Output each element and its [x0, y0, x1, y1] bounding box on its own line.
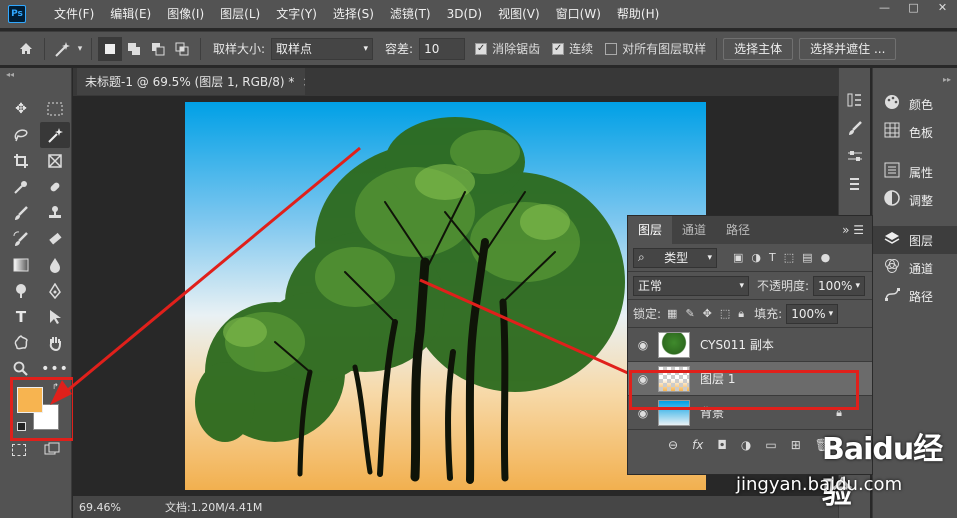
tab-layers[interactable]: 图层	[628, 216, 673, 244]
dock-properties-label: 属性	[909, 165, 934, 180]
dock-color[interactable]: 颜色	[873, 90, 957, 118]
palette-icon	[883, 94, 901, 114]
smart-object-filter-icon[interactable]: ▤	[802, 251, 812, 264]
fill-input[interactable]: 100% ▾	[786, 303, 839, 324]
blend-mode-select[interactable]: 正常 ▾	[633, 275, 749, 296]
blend-row: 正常 ▾ 不透明度: 100% ▾	[628, 272, 872, 300]
glyphs-icon[interactable]	[839, 170, 871, 198]
lock-label: 锁定:	[633, 307, 662, 321]
blend-mode-value: 正常	[638, 279, 663, 293]
sliders-icon[interactable]	[839, 142, 871, 170]
fill-label: 填充:	[754, 307, 783, 321]
lock-position-icon[interactable]: ✥	[703, 307, 712, 321]
layer-filter-row: ⌕ 类型 ▾ ▣ ◑ T ⬚ ▤ ●	[628, 244, 872, 272]
dock-channels-label: 通道	[909, 261, 934, 276]
dock-swatches-label: 色板	[909, 125, 934, 140]
panel-menu-icon[interactable]: » ☰	[842, 216, 872, 244]
chevron-down-icon: ▾	[707, 252, 712, 263]
dock-color-label: 颜色	[909, 97, 934, 112]
lock-all-icon[interactable]: 🔒︎	[738, 307, 744, 321]
layers-panel-tabs: 图层 通道 路径 » ☰	[628, 216, 872, 244]
dock-layers[interactable]: 图层	[873, 226, 957, 254]
layer-row[interactable]: ◉ CYS011 副本	[628, 328, 872, 362]
paths-icon	[883, 286, 901, 306]
dock-adjustments-label: 调整	[909, 193, 934, 208]
chevron-down-icon: ▾	[855, 280, 861, 291]
dock-channels[interactable]: 通道	[873, 254, 957, 282]
lock-artboard-icon[interactable]: ⬚	[720, 307, 730, 321]
dock-paths-label: 路径	[909, 289, 934, 304]
watermark-brand: Baidu经验	[822, 432, 943, 511]
lock-pixels-icon[interactable]: ✎	[685, 307, 694, 321]
chevron-down-icon: ▾	[739, 280, 744, 291]
eye-icon[interactable]: ◉	[628, 338, 658, 352]
watermark-url: jingyan.baidu.com	[736, 474, 903, 495]
channels-icon	[883, 258, 901, 278]
opacity-input[interactable]: 100% ▾	[813, 275, 866, 296]
layers-icon	[883, 230, 901, 250]
adjust-icon	[883, 190, 901, 210]
fill-value: 100%	[791, 306, 826, 321]
lock-row: 锁定: ▦ ✎ ✥ ⬚ 🔒︎ 填充: 100% ▾	[628, 300, 872, 328]
layer-mask-icon[interactable]: ◘	[717, 438, 727, 452]
dock-properties[interactable]: 属性	[873, 158, 957, 186]
search-icon: ⌕	[638, 250, 645, 264]
shape-filter-icon[interactable]: ⬚	[784, 251, 794, 264]
layer-thumbnail	[658, 331, 690, 358]
dock-collapse-icon[interactable]: ▸▸	[873, 68, 957, 90]
layer-name: CYS011 副本	[700, 338, 774, 352]
fx-icon[interactable]: fx	[692, 438, 703, 452]
properties-icon	[883, 162, 901, 182]
filter-type-select[interactable]: ⌕ 类型 ▾	[633, 247, 717, 268]
baidu-watermark: Baidu经验 jingyan.baidu.com	[736, 420, 946, 518]
dock-swatches[interactable]: 色板	[873, 118, 957, 146]
lock-transparent-icon[interactable]: ▦	[667, 307, 677, 321]
adjustment-filter-icon[interactable]: ◑	[751, 251, 761, 264]
pixel-filter-icon[interactable]: ▣	[733, 251, 743, 264]
tab-paths[interactable]: 路径	[716, 216, 760, 244]
dock-paths[interactable]: 路径	[873, 282, 957, 310]
opacity-value: 100%	[818, 278, 853, 293]
link-layers-icon[interactable]: ⊖	[668, 438, 678, 452]
history-icon[interactable]	[839, 86, 871, 114]
grid-icon	[883, 122, 901, 142]
dock-layers-label: 图层	[909, 233, 934, 248]
filter-type-value: 类型	[664, 251, 689, 265]
photoshop-window: Ps 文件(F) 编辑(E) 图像(I) 图层(L) 文字(Y) 选择(S) 滤镜(T) 3D…	[0, 0, 957, 518]
lock-icons: ▦ ✎ ✥ ⬚ 🔒︎	[667, 307, 744, 321]
tab-channels[interactable]: 通道	[672, 216, 716, 244]
opacity-label: 不透明度:	[757, 279, 810, 293]
filter-icons: ▣ ◑ T ⬚ ▤ ●	[733, 251, 830, 264]
dock-adjustments[interactable]: 调整	[873, 186, 957, 214]
filter-toggle-icon[interactable]: ●	[821, 251, 831, 264]
brush-settings-icon[interactable]	[839, 114, 871, 142]
type-filter-icon[interactable]: T	[769, 251, 776, 264]
annotation-highlight-box	[629, 370, 859, 410]
dock-collapse-handle[interactable]	[839, 68, 870, 86]
chevron-down-icon: ▾	[828, 308, 834, 319]
